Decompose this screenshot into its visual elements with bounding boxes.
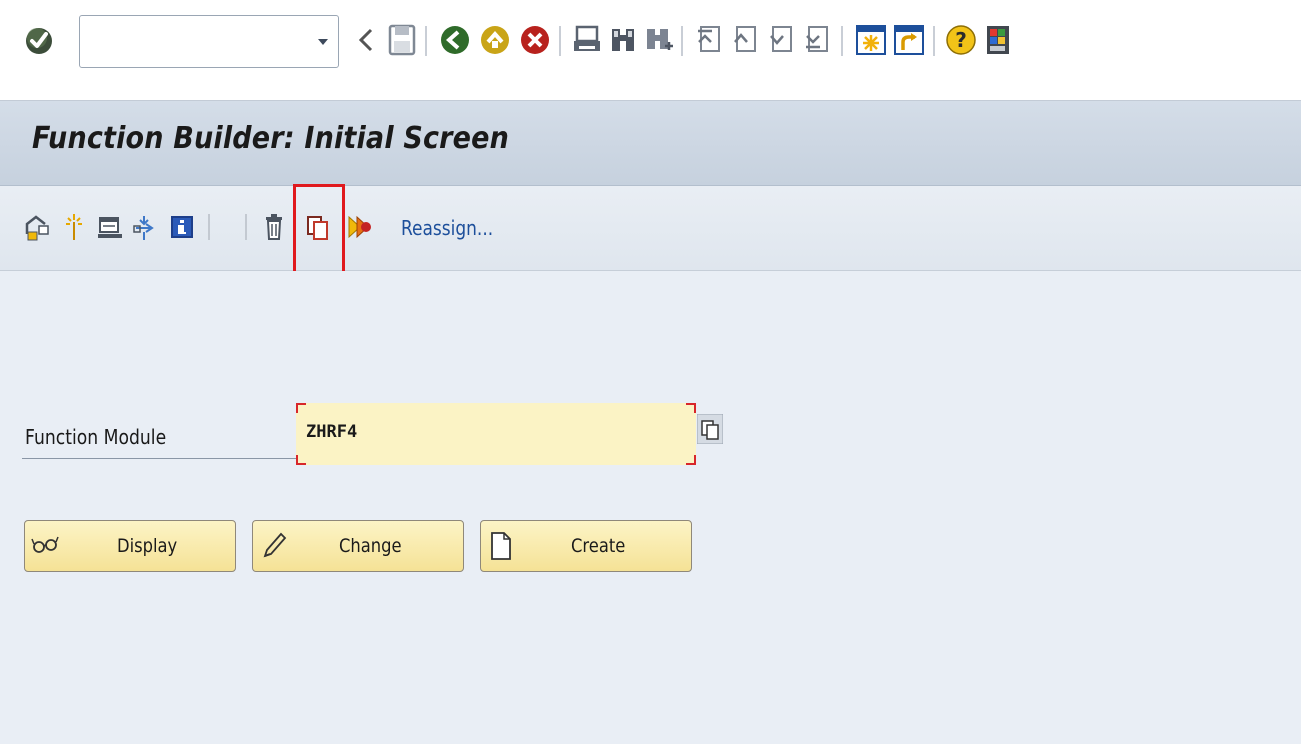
toolbar-separator bbox=[425, 26, 427, 56]
command-input[interactable] bbox=[86, 24, 290, 60]
title-bar: Function Builder: Initial Screen bbox=[0, 101, 1301, 186]
change-button-label: Change bbox=[339, 535, 402, 557]
create-button[interactable]: Create bbox=[480, 520, 692, 572]
glasses-icon bbox=[31, 530, 59, 562]
find-next-icon[interactable] bbox=[641, 22, 677, 58]
toolbar-separator bbox=[841, 26, 843, 56]
required-bracket bbox=[686, 455, 696, 465]
create-button-label: Create bbox=[571, 535, 626, 557]
cancel-icon[interactable] bbox=[517, 22, 553, 58]
exit-icon[interactable] bbox=[477, 22, 513, 58]
find-icon[interactable] bbox=[605, 22, 641, 58]
back-icon[interactable] bbox=[355, 22, 379, 58]
display-button[interactable]: Display bbox=[24, 520, 236, 572]
toolbar-separator bbox=[245, 214, 247, 240]
shortcut-icon[interactable] bbox=[891, 22, 927, 58]
chevron-down-icon[interactable] bbox=[316, 34, 330, 48]
help-icon[interactable]: ? bbox=[943, 22, 979, 58]
pencil-icon bbox=[259, 530, 287, 562]
copy-icon[interactable] bbox=[304, 212, 332, 242]
display-button-label: Display bbox=[117, 535, 178, 557]
reassign-button[interactable]: Reassign... bbox=[401, 216, 493, 240]
info-icon[interactable] bbox=[168, 212, 196, 242]
other-object-icon[interactable] bbox=[24, 212, 52, 242]
toolbar-separator bbox=[933, 26, 935, 56]
function-module-input[interactable] bbox=[304, 413, 688, 451]
function-module-field[interactable] bbox=[296, 403, 696, 465]
next-page-icon[interactable] bbox=[763, 22, 799, 58]
required-bracket bbox=[686, 403, 696, 413]
command-field[interactable] bbox=[79, 15, 339, 68]
label-underline bbox=[22, 458, 300, 459]
display-object-list-icon[interactable] bbox=[96, 212, 124, 242]
page-title: Function Builder: Initial Screen bbox=[32, 121, 510, 156]
application-toolbar: Reassign... bbox=[0, 186, 1301, 271]
required-bracket bbox=[296, 455, 306, 465]
toolbar-separator bbox=[559, 26, 561, 56]
customize-layout-icon[interactable] bbox=[981, 22, 1017, 58]
toolbar-separator bbox=[681, 26, 683, 56]
system-toolbar: ? bbox=[0, 0, 1301, 92]
function-module-label: Function Module bbox=[25, 425, 167, 449]
last-page-icon[interactable] bbox=[799, 22, 835, 58]
first-page-icon[interactable] bbox=[691, 22, 727, 58]
save-icon[interactable] bbox=[385, 22, 421, 58]
main-area: Function Module Display Change Create bbox=[0, 271, 1301, 744]
toolbar-separator bbox=[208, 214, 210, 240]
back-green-icon[interactable] bbox=[437, 22, 473, 58]
previous-page-icon[interactable] bbox=[727, 22, 763, 58]
change-button[interactable]: Change bbox=[252, 520, 464, 572]
required-bracket bbox=[296, 403, 306, 413]
new-session-icon[interactable] bbox=[853, 22, 889, 58]
transport-icon[interactable] bbox=[132, 212, 160, 242]
svg-text:?: ? bbox=[955, 28, 967, 52]
new-document-icon bbox=[487, 530, 515, 562]
delete-icon[interactable] bbox=[260, 212, 288, 242]
rename-icon[interactable] bbox=[346, 212, 374, 242]
possible-entries-icon[interactable] bbox=[696, 413, 724, 445]
print-icon[interactable] bbox=[569, 22, 605, 58]
where-used-icon[interactable] bbox=[60, 212, 88, 242]
enter-icon[interactable] bbox=[22, 24, 56, 58]
